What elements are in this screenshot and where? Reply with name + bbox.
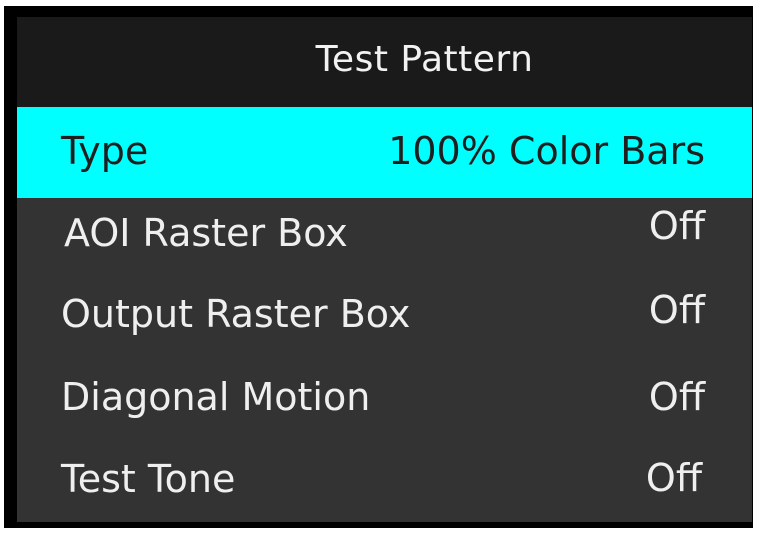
menu-item-label: Diagonal Motion xyxy=(61,375,371,419)
menu-item-type[interactable]: Type 100% Color Bars xyxy=(17,107,752,198)
menu-item-test-tone[interactable]: Test Tone Off xyxy=(17,443,752,522)
menu-item-value: Off xyxy=(648,288,705,332)
menu-title: Test Pattern xyxy=(315,39,534,80)
menu-item-diagonal-motion[interactable]: Diagonal Motion Off xyxy=(17,363,752,443)
menu-item-value: 100% Color Bars xyxy=(388,129,705,173)
menu-item-label: Type xyxy=(61,129,149,173)
menu-item-value: Off xyxy=(648,204,705,248)
menu-item-output-raster-box[interactable]: Output Raster Box Off xyxy=(17,280,752,363)
menu-item-aoi-raster-box[interactable]: AOI Raster Box Off xyxy=(17,198,752,280)
menu-item-label: Test Tone xyxy=(61,457,236,501)
menu-item-label: Output Raster Box xyxy=(61,292,411,336)
menu-header: Test Pattern xyxy=(17,17,752,107)
test-pattern-menu: Test Pattern Type 100% Color Bars AOI Ra… xyxy=(17,17,752,522)
menu-item-value: Off xyxy=(648,375,705,419)
menu-item-value: Off xyxy=(645,456,702,500)
menu-item-label: AOI Raster Box xyxy=(64,211,348,255)
